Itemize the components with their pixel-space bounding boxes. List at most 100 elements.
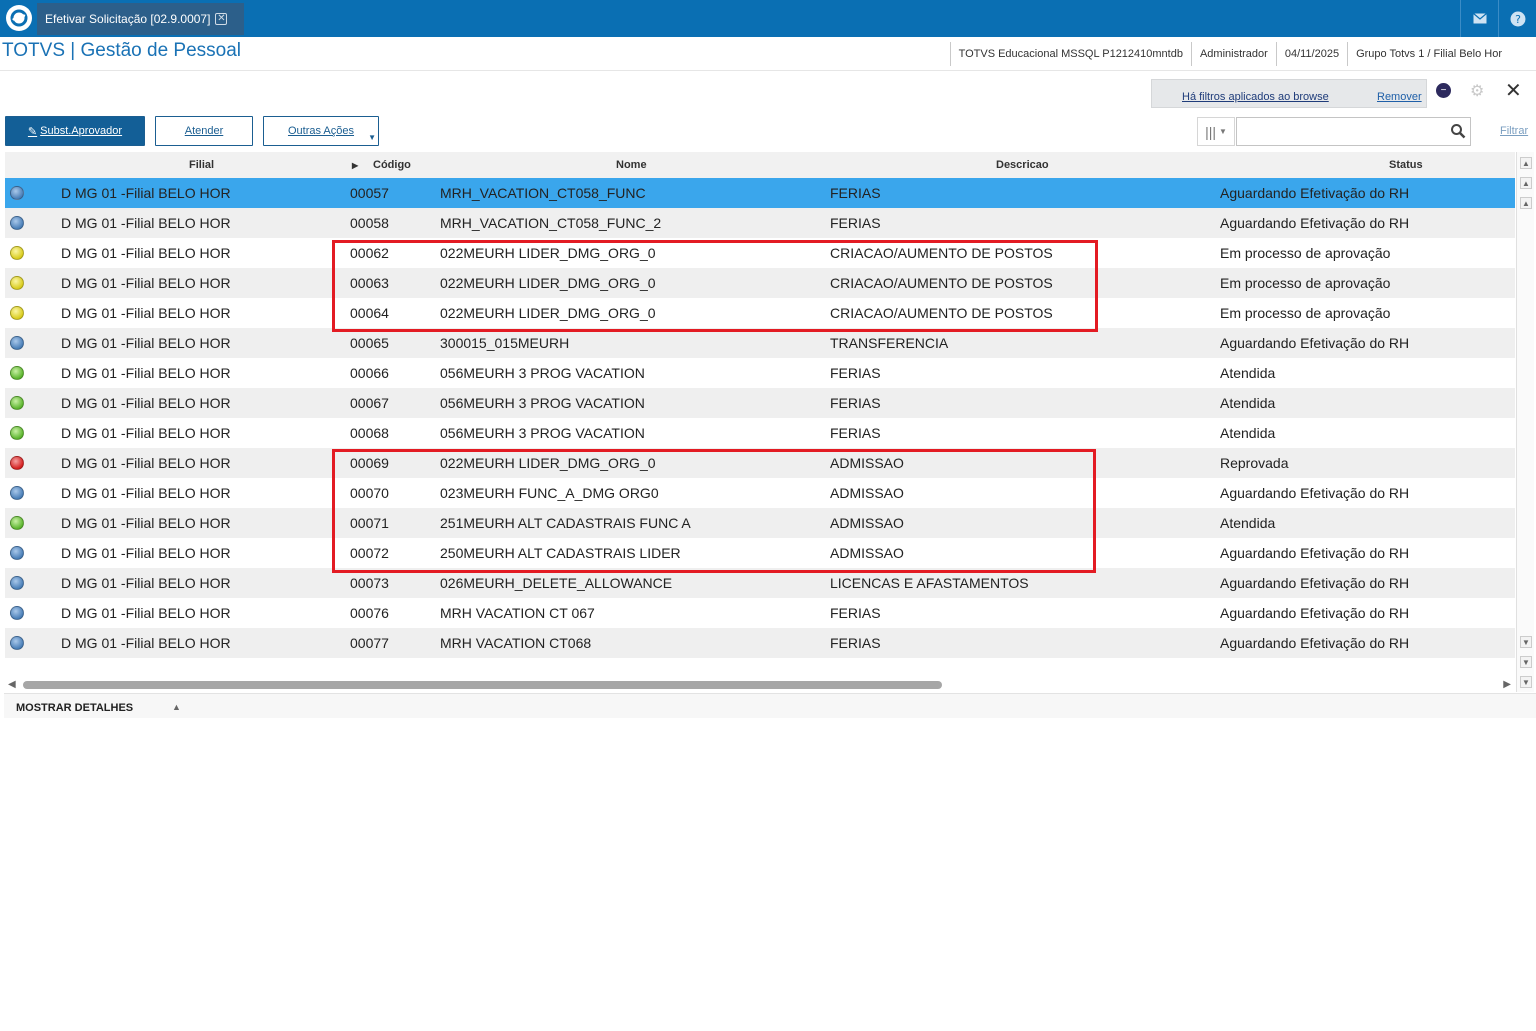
search-icon[interactable] bbox=[1450, 123, 1466, 144]
status-dot-icon bbox=[10, 546, 24, 560]
mostrar-detalhes-button[interactable]: MOSTRAR DETALHES bbox=[16, 702, 133, 714]
table-row[interactable]: D MG 01 -Filial BELO HOR 00058 MRH_VACATIO… bbox=[5, 208, 1515, 238]
remove-filter-link[interactable]: Remover bbox=[1377, 91, 1422, 103]
filter-notice-message[interactable]: Há filtros aplicados ao browse bbox=[1182, 91, 1329, 103]
cell-descricao: FERIAS bbox=[830, 395, 881, 411]
gear-icon[interactable]: ⚙ bbox=[1470, 81, 1484, 101]
cell-status: Atendida bbox=[1220, 515, 1276, 531]
grid-header: Filial ▶ Código Nome Descricao Status bbox=[5, 152, 1515, 178]
tab-close-icon[interactable]: ✕ bbox=[215, 13, 228, 25]
cell-filial: D MG 01 -Filial BELO HOR bbox=[61, 185, 231, 201]
cell-codigo: 00068 bbox=[350, 425, 389, 441]
scroll-bottom-icon[interactable]: ▼ bbox=[1520, 676, 1532, 688]
horizontal-scrollbar[interactable]: ◀ ▶ bbox=[5, 677, 1515, 693]
close-icon[interactable]: ✕ bbox=[1505, 78, 1522, 103]
cell-codigo: 00058 bbox=[350, 215, 389, 231]
column-header-status[interactable]: Status bbox=[1389, 159, 1423, 171]
scroll-page-up-icon[interactable]: ▲ bbox=[1520, 177, 1532, 189]
cell-filial: D MG 01 -Filial BELO HOR bbox=[61, 245, 231, 261]
chevron-up-icon[interactable]: ▲ bbox=[172, 702, 181, 712]
table-row[interactable]: D MG 01 -Filial BELO HOR 00065 300015_015M… bbox=[5, 328, 1515, 358]
totvs-logo-icon[interactable] bbox=[6, 5, 32, 31]
subst-aprovador-label: Subst.Aprovador bbox=[40, 125, 123, 137]
cell-nome: 056MEURH 3 PROG VACATION bbox=[440, 395, 645, 411]
cell-nome: MRH_VACATION_CT058_FUNC_2 bbox=[440, 215, 662, 231]
scroll-up-icon[interactable]: ▲ bbox=[1520, 197, 1532, 209]
branch-label[interactable]: Grupo Totvs 1 / Filial Belo Hor bbox=[1347, 42, 1510, 66]
column-header-filial[interactable]: Filial bbox=[189, 159, 214, 171]
cell-nome: 300015_015MEURH bbox=[440, 335, 570, 351]
cell-codigo: 00073 bbox=[350, 575, 389, 591]
column-header-descricao[interactable]: Descricao bbox=[996, 159, 1049, 171]
subst-aprovador-button[interactable]: ✎ Subst.Aprovador bbox=[5, 116, 145, 146]
cell-descricao: TRANSFERENCIA bbox=[830, 335, 949, 351]
scrollbar-thumb[interactable] bbox=[23, 681, 942, 689]
cell-status: Atendida bbox=[1220, 395, 1276, 411]
filter-badge-icon[interactable]: − bbox=[1436, 83, 1451, 98]
cell-codigo: 00077 bbox=[350, 635, 389, 651]
cell-nome: MRH VACATION CT 067 bbox=[440, 605, 595, 621]
pencil-icon: ✎ bbox=[27, 125, 38, 138]
status-dot-icon bbox=[10, 486, 24, 500]
scroll-page-down-icon[interactable]: ▼ bbox=[1520, 656, 1532, 668]
cell-status: Em processo de aprovação bbox=[1220, 305, 1391, 321]
user-label[interactable]: Administrador bbox=[1190, 42, 1276, 66]
cell-status: Reprovada bbox=[1220, 455, 1289, 471]
page-title: TOTVS | Gestão de Pessoal bbox=[2, 40, 242, 61]
svg-text:?: ? bbox=[1515, 13, 1521, 26]
outras-acoes-button[interactable]: Outras Ações ▼ bbox=[263, 116, 379, 146]
cell-filial: D MG 01 -Filial BELO HOR bbox=[61, 305, 231, 321]
table-row[interactable]: D MG 01 -Filial BELO HOR 00066 056MEURH 3 … bbox=[5, 358, 1515, 388]
cell-filial: D MG 01 -Filial BELO HOR bbox=[61, 425, 231, 441]
cell-codigo: 00076 bbox=[350, 605, 389, 621]
cell-filial: D MG 01 -Filial BELO HOR bbox=[61, 335, 231, 351]
table-row[interactable]: D MG 01 -Filial BELO HOR 00076 MRH VACATIO… bbox=[5, 598, 1515, 628]
vertical-scrollbar[interactable]: ▲ ▲ ▲ ▼ ▼ ▼ bbox=[1516, 152, 1534, 692]
cell-filial: D MG 01 -Filial BELO HOR bbox=[61, 275, 231, 291]
search-input[interactable] bbox=[1241, 118, 1441, 144]
date-label[interactable]: 04/11/2025 bbox=[1275, 42, 1347, 66]
table-row[interactable]: D MG 01 -Filial BELO HOR 00067 056MEURH 3 … bbox=[5, 388, 1515, 418]
table-row[interactable]: D MG 01 -Filial BELO HOR 00057 MRH_VACATIO… bbox=[5, 178, 1515, 208]
scroll-right-icon[interactable]: ▶ bbox=[1503, 679, 1511, 690]
cell-descricao: FERIAS bbox=[830, 605, 881, 621]
sort-arrow-icon: ▶ bbox=[352, 161, 359, 170]
status-dot-icon bbox=[10, 576, 24, 590]
column-header-nome[interactable]: Nome bbox=[616, 159, 647, 171]
atender-label: Atender bbox=[184, 125, 224, 137]
chevron-down-icon: ▼ bbox=[368, 133, 376, 142]
cell-filial: D MG 01 -Filial BELO HOR bbox=[61, 215, 231, 231]
cell-nome: 056MEURH 3 PROG VACATION bbox=[440, 365, 645, 381]
scroll-down-icon[interactable]: ▼ bbox=[1520, 636, 1532, 648]
cell-filial: D MG 01 -Filial BELO HOR bbox=[61, 605, 231, 621]
chevron-down-icon: ▼ bbox=[1219, 127, 1227, 136]
status-dot-icon bbox=[10, 366, 24, 380]
filtrar-link[interactable]: Filtrar bbox=[1500, 125, 1528, 137]
cell-status: Atendida bbox=[1220, 425, 1276, 441]
scroll-top-icon[interactable]: ▲ bbox=[1520, 157, 1532, 169]
status-dot-icon bbox=[10, 216, 24, 230]
highlight-box bbox=[332, 240, 1098, 332]
cell-codigo: 00057 bbox=[350, 185, 389, 201]
cell-status: Aguardando Efetivação do RH bbox=[1220, 605, 1410, 621]
environment-label[interactable]: TOTVS Educacional MSSQL P1212410mntdb bbox=[949, 42, 1191, 66]
cell-status: Aguardando Efetivação do RH bbox=[1220, 575, 1410, 591]
status-dot-icon bbox=[10, 636, 24, 650]
column-header-codigo[interactable]: Código bbox=[373, 159, 411, 171]
table-row[interactable]: D MG 01 -Filial BELO HOR 00077 MRH VACATIO… bbox=[5, 628, 1515, 658]
cell-descricao: FERIAS bbox=[830, 635, 881, 651]
scroll-left-icon[interactable]: ◀ bbox=[8, 679, 16, 690]
cell-nome: MRH_VACATION_CT058_FUNC bbox=[440, 185, 646, 201]
top-bar: Efetivar Solicitação [02.9.0007] ✕ ? bbox=[0, 0, 1536, 37]
cell-status: Aguardando Efetivação do RH bbox=[1220, 545, 1410, 561]
table-row[interactable]: D MG 01 -Filial BELO HOR 00068 056MEURH 3 … bbox=[5, 418, 1515, 448]
app-header: TOTVS | Gestão de Pessoal TOTVS Educacio… bbox=[0, 37, 1536, 71]
tab-efetivar-solicitacao[interactable]: Efetivar Solicitação [02.9.0007] ✕ bbox=[37, 3, 244, 35]
atender-button[interactable]: Atender bbox=[155, 116, 253, 146]
cell-filial: D MG 01 -Filial BELO HOR bbox=[61, 455, 231, 471]
columns-selector[interactable]: ||| ▼ bbox=[1197, 117, 1235, 146]
filter-notice: Há filtros aplicados ao browse Remover bbox=[1151, 79, 1427, 108]
details-footer[interactable]: MOSTRAR DETALHES ▲ bbox=[4, 693, 1536, 718]
help-icon[interactable]: ? bbox=[1498, 0, 1536, 37]
mail-icon[interactable] bbox=[1460, 0, 1498, 37]
